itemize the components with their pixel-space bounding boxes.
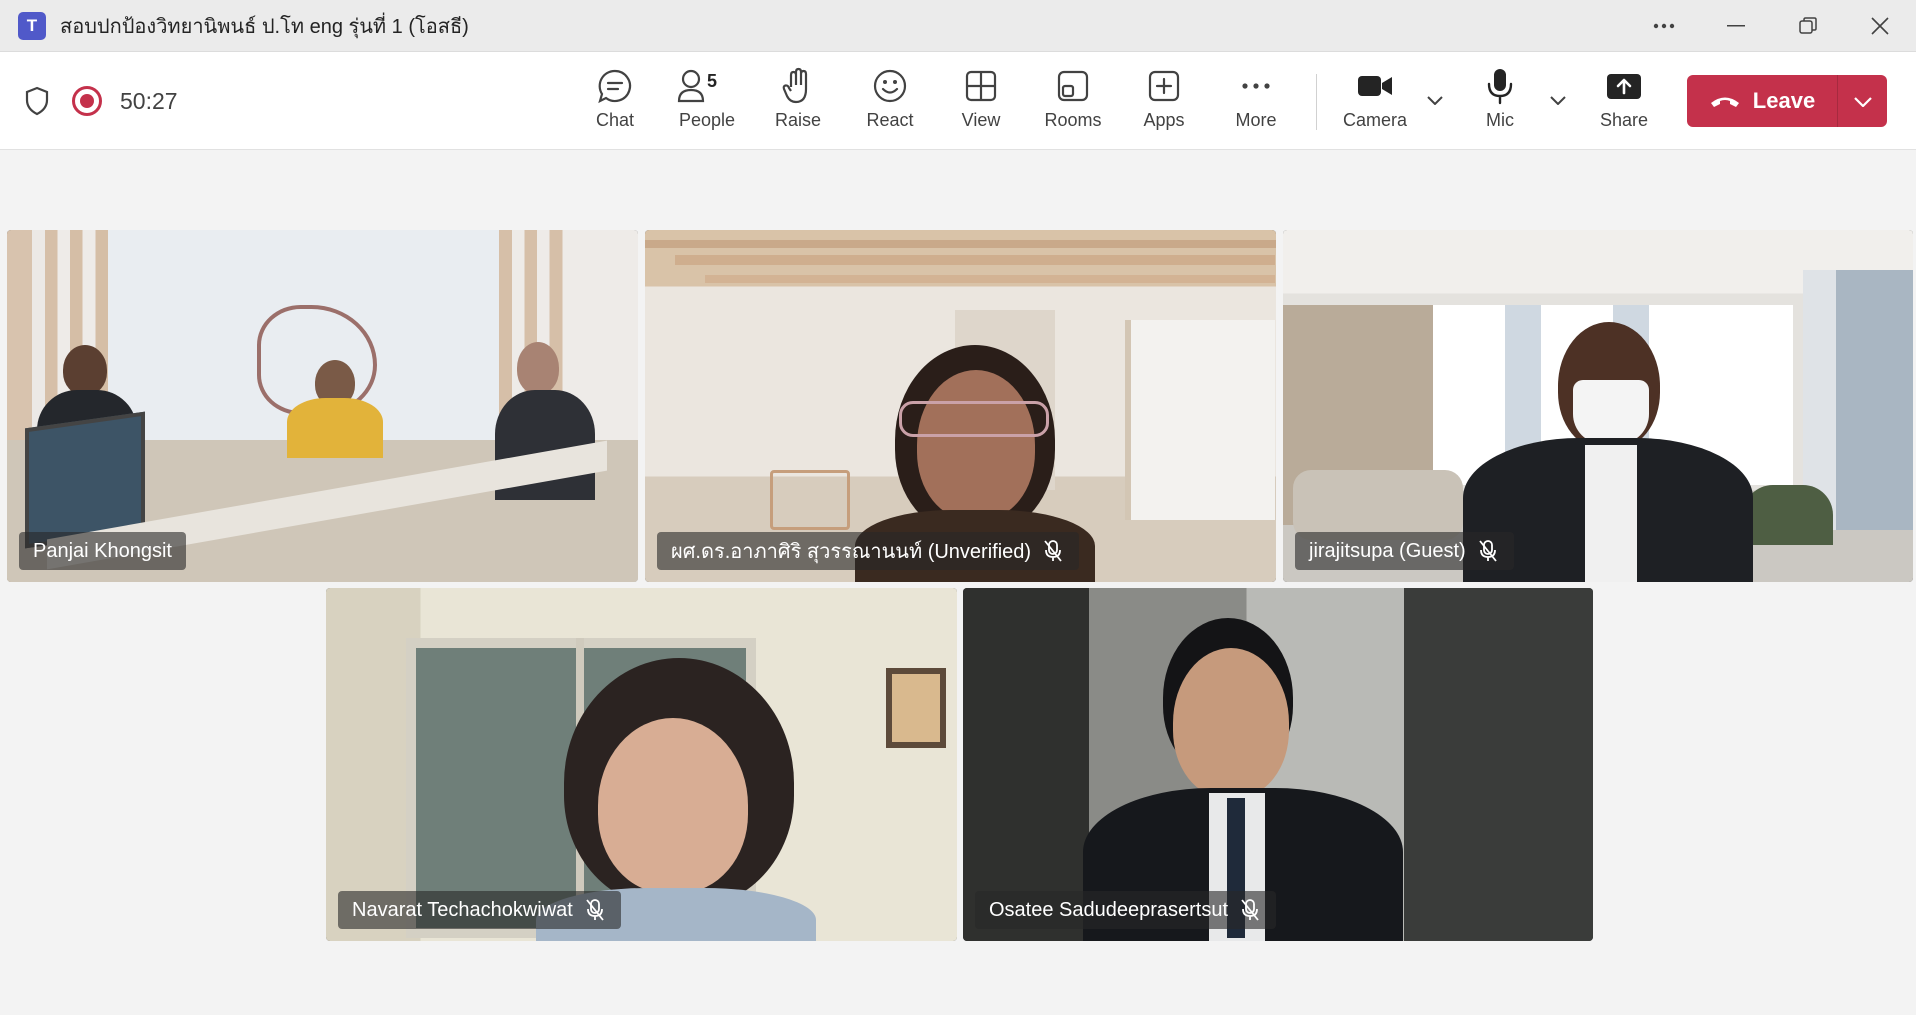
- mic-button[interactable]: Mic: [1457, 66, 1543, 138]
- apps-label: Apps: [1143, 110, 1185, 130]
- participant-nameplate: jirajitsupa (Guest): [1295, 532, 1514, 570]
- window-controls: [1628, 0, 1916, 52]
- people-label: People: [678, 110, 736, 130]
- raise-hand-button[interactable]: Raise: [755, 66, 841, 138]
- close-icon[interactable]: [1844, 0, 1916, 52]
- mic-off-icon: [1478, 539, 1500, 563]
- rooms-button[interactable]: Rooms: [1030, 66, 1116, 138]
- people-button[interactable]: 5 People: [664, 66, 750, 138]
- leave-options-chevron-icon[interactable]: [1838, 75, 1887, 127]
- camera-button[interactable]: Camera: [1332, 66, 1418, 138]
- participant-name: ผศ.ดร.อาภาศิริ สุวรรณานนท์ (Unverified): [671, 541, 1032, 563]
- camera-icon: [1357, 66, 1393, 106]
- raise-label: Raise: [774, 110, 822, 130]
- mic-label: Mic: [1486, 110, 1514, 130]
- video-tile[interactable]: Osatee Sadudeeprasertsut: [963, 588, 1593, 941]
- meeting-timer: 50:27: [120, 87, 178, 114]
- hand-icon: [782, 66, 814, 106]
- apps-plus-icon: [1147, 66, 1181, 106]
- participant-nameplate: Osatee Sadudeeprasertsut: [975, 891, 1277, 929]
- leave-main[interactable]: Leave: [1687, 75, 1837, 127]
- leave-button[interactable]: Leave: [1687, 75, 1887, 127]
- mic-options-chevron-icon[interactable]: [1544, 86, 1572, 114]
- participant-nameplate: Navarat Techachokwiwat: [338, 891, 621, 929]
- video-tile[interactable]: Panjai Khongsit: [7, 230, 638, 582]
- teams-app-icon: T: [18, 11, 46, 40]
- grid-view-icon: [964, 66, 998, 106]
- rooms-label: Rooms: [1044, 110, 1102, 130]
- participant-name: jirajitsupa (Guest): [1309, 539, 1466, 562]
- toolbar-divider: [1316, 74, 1317, 130]
- window-title: สอบปกป้องวิทยานิพนธ์ ป.โท eng รุ่นที่ 1 …: [60, 15, 469, 38]
- minimize-icon[interactable]: [1700, 0, 1772, 52]
- participant-name: Navarat Techachokwiwat: [352, 898, 573, 921]
- meeting-status: 50:27: [22, 84, 178, 118]
- view-label: View: [961, 110, 1001, 130]
- mic-off-icon: [1240, 898, 1262, 922]
- rooms-icon: [1056, 66, 1090, 106]
- react-label: React: [866, 110, 914, 130]
- more-options-icon[interactable]: [1628, 0, 1700, 52]
- title-bar: T สอบปกป้องวิทยานิพนธ์ ป.โท eng รุ่นที่ …: [0, 0, 1916, 52]
- video-tile[interactable]: jirajitsupa (Guest): [1283, 230, 1913, 582]
- more-button[interactable]: More: [1213, 66, 1299, 138]
- mic-off-icon: [1043, 539, 1065, 563]
- ellipsis-icon: [1241, 66, 1271, 106]
- camera-options-chevron-icon[interactable]: [1421, 86, 1449, 114]
- participant-nameplate: ผศ.ดร.อาภาศิริ สุวรรณานนท์ (Unverified): [657, 532, 1080, 570]
- share-upload-icon: [1606, 66, 1642, 106]
- leave-label: Leave: [1752, 88, 1816, 113]
- recording-icon: [72, 86, 102, 116]
- chat-button[interactable]: Chat: [572, 66, 658, 138]
- video-tile[interactable]: ผศ.ดร.อาภาศิริ สุวรรณานนท์ (Unverified): [645, 230, 1276, 582]
- chat-label: Chat: [595, 110, 635, 130]
- hang-up-icon: [1710, 97, 1739, 107]
- meeting-toolbar: 50:27 Chat 5 People Raise React View Roo…: [0, 52, 1916, 150]
- react-button[interactable]: React: [847, 66, 933, 138]
- participant-name: Panjai Khongsit: [33, 539, 172, 562]
- smiley-icon: [872, 66, 908, 106]
- camera-label: Camera: [1342, 110, 1408, 130]
- video-tile[interactable]: Navarat Techachokwiwat: [326, 588, 957, 941]
- participant-nameplate: Panjai Khongsit: [19, 532, 186, 570]
- people-count: 5: [707, 71, 718, 91]
- restore-icon[interactable]: [1772, 0, 1844, 52]
- apps-button[interactable]: Apps: [1121, 66, 1207, 138]
- chat-icon: [597, 66, 633, 106]
- participant-name: Osatee Sadudeeprasertsut: [989, 898, 1229, 921]
- view-button[interactable]: View: [938, 66, 1024, 138]
- more-label: More: [1235, 110, 1277, 130]
- share-label: Share: [1599, 110, 1649, 130]
- share-button[interactable]: Share: [1581, 66, 1667, 138]
- shield-icon[interactable]: [22, 84, 52, 118]
- mic-off-icon: [585, 898, 607, 922]
- microphone-icon: [1486, 66, 1514, 106]
- people-icon: 5: [677, 66, 737, 106]
